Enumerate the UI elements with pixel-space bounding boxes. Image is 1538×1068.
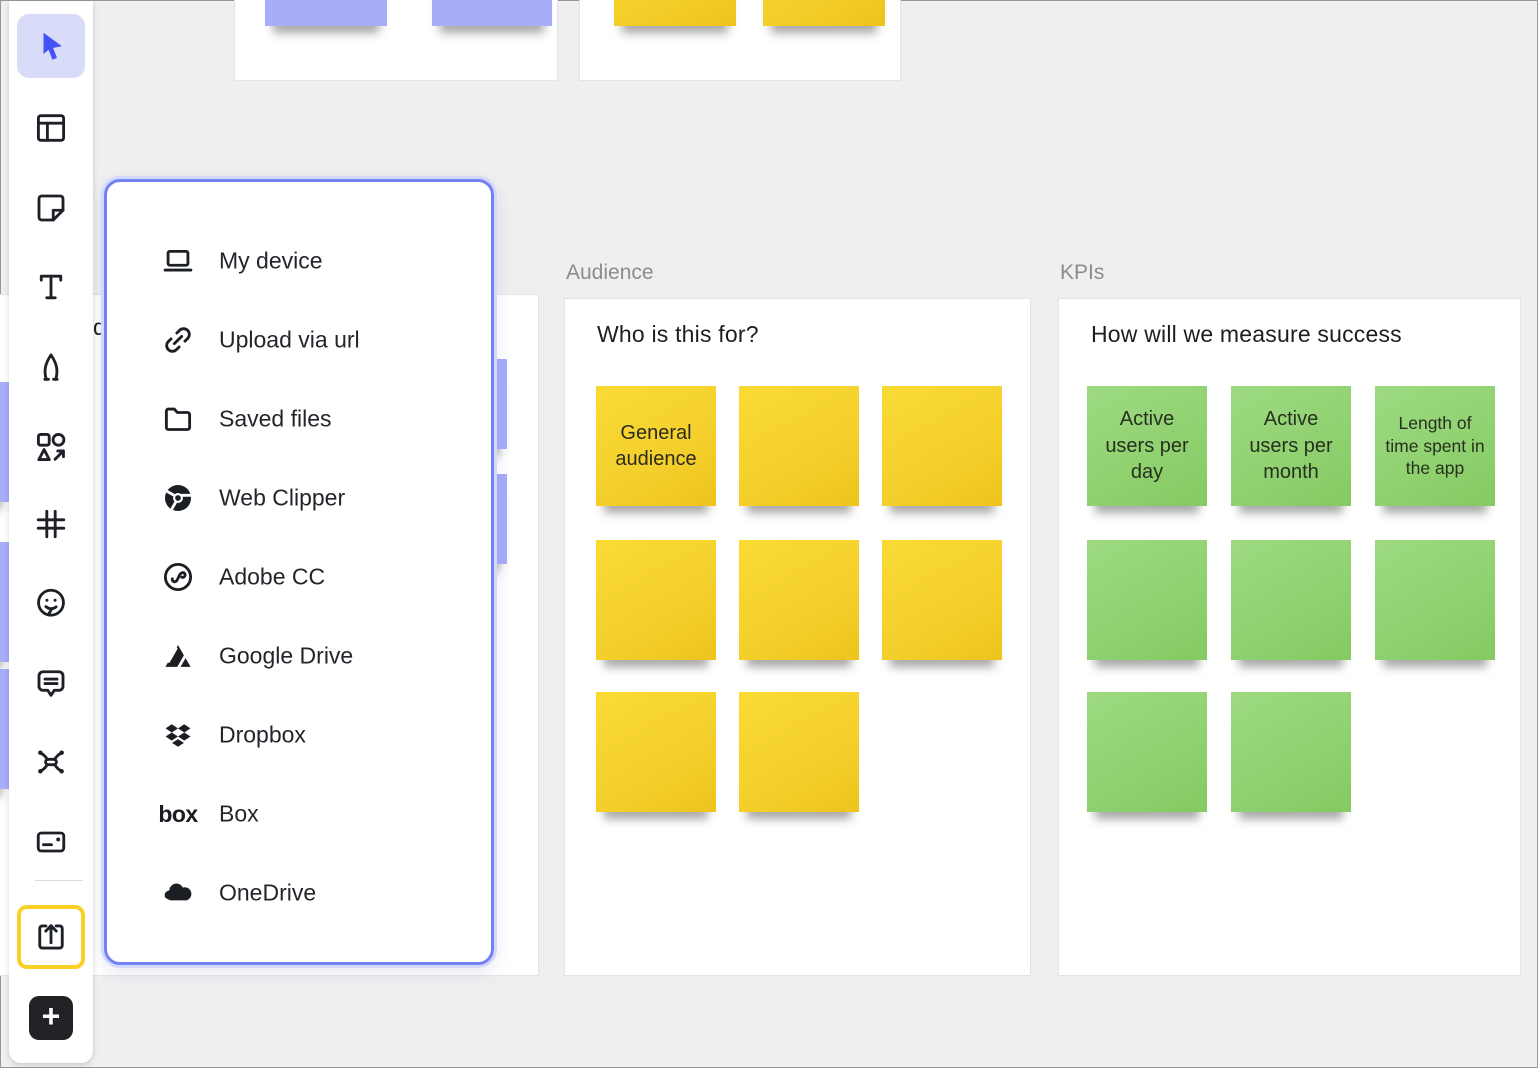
shapes-tool-button[interactable] xyxy=(17,415,85,479)
templates-icon xyxy=(33,110,69,146)
menu-item-google-drive[interactable]: Google Drive xyxy=(107,627,491,685)
frame-label-audience[interactable]: Audience xyxy=(566,261,654,285)
shapes-icon xyxy=(33,429,69,465)
sticky-note[interactable] xyxy=(739,692,859,812)
folder-icon xyxy=(159,400,197,438)
frame-top-right[interactable] xyxy=(579,0,901,81)
menu-item-onedrive[interactable]: OneDrive xyxy=(107,864,491,922)
sticky-note[interactable] xyxy=(265,0,387,26)
sticky-note[interactable] xyxy=(1087,540,1207,660)
laptop-icon xyxy=(159,242,197,280)
frame-label-kpis[interactable]: KPIs xyxy=(1060,261,1104,285)
sticky-note-time-spent[interactable]: Length of time spent in the app xyxy=(1375,386,1495,506)
menu-item-upload-via-url[interactable]: Upload via url xyxy=(107,311,491,369)
pen-tool-button[interactable] xyxy=(17,335,85,399)
diagram-tool-button[interactable] xyxy=(17,730,85,794)
sticky-note[interactable] xyxy=(882,386,1002,506)
menu-item-web-clipper[interactable]: Web Clipper xyxy=(107,469,491,527)
sticky-note-text: General audience xyxy=(602,420,710,473)
cursor-icon xyxy=(33,28,69,64)
sticky-note[interactable] xyxy=(882,540,1002,660)
sticky-note-text: Length of time spent in the app xyxy=(1381,412,1489,480)
sticky-note[interactable] xyxy=(1231,692,1351,812)
frame-top-left[interactable] xyxy=(234,0,558,81)
frame-icon xyxy=(33,506,69,542)
sticky-note[interactable] xyxy=(1087,692,1207,812)
select-tool-button[interactable] xyxy=(17,14,85,78)
frame-audience[interactable]: Audience Who is this for? General audien… xyxy=(564,298,1031,976)
text-icon xyxy=(33,269,69,305)
sticky-note[interactable] xyxy=(596,692,716,812)
sticky-note[interactable] xyxy=(739,386,859,506)
menu-item-saved-files[interactable]: Saved files xyxy=(107,390,491,448)
text-tool-button[interactable] xyxy=(17,255,85,319)
sticky-note-text: Active users per month xyxy=(1237,406,1345,485)
sticky-note[interactable] xyxy=(596,540,716,660)
sticky-note[interactable] xyxy=(1231,540,1351,660)
box-icon: box xyxy=(159,795,197,833)
frame-kpis[interactable]: KPIs How will we measure success Active … xyxy=(1058,298,1521,976)
google-drive-icon xyxy=(159,637,197,675)
onedrive-icon xyxy=(159,874,197,912)
sticker-smiley-icon xyxy=(33,585,69,621)
comment-tool-button[interactable] xyxy=(17,651,85,715)
sticky-note[interactable] xyxy=(763,0,885,26)
sticky-note-icon xyxy=(33,190,69,226)
sticker-tool-button[interactable] xyxy=(17,571,85,635)
frame-heading-kpis[interactable]: How will we measure success xyxy=(1091,321,1402,348)
sticky-note-general-audience[interactable]: General audience xyxy=(596,386,716,506)
sticky-note[interactable] xyxy=(1375,540,1495,660)
sticky-note-active-users-day[interactable]: Active users per day xyxy=(1087,386,1207,506)
dropbox-icon xyxy=(159,716,197,754)
sticky-note[interactable] xyxy=(614,0,736,26)
sticky-note[interactable] xyxy=(432,0,552,26)
adobe-cc-icon xyxy=(159,558,197,596)
sticky-note-text: Active users per day xyxy=(1093,406,1201,485)
frame-tool-button[interactable] xyxy=(17,492,85,556)
comment-icon xyxy=(33,665,69,701)
link-icon xyxy=(159,321,197,359)
sticky-note[interactable] xyxy=(739,540,859,660)
templates-tool-button[interactable] xyxy=(17,96,85,160)
sticky-note-tool-button[interactable] xyxy=(17,176,85,240)
menu-item-box[interactable]: box Box xyxy=(107,785,491,843)
upload-icon xyxy=(33,919,69,955)
sticky-note-active-users-month[interactable]: Active users per month xyxy=(1231,386,1351,506)
pen-icon xyxy=(33,349,69,385)
whiteboard-app: { "colors": { "canvas_background": "#efe… xyxy=(0,0,1538,1068)
toolbar: + xyxy=(9,1,93,1063)
menu-item-adobe-cc[interactable]: Adobe CC xyxy=(107,548,491,606)
upload-tool-button[interactable] xyxy=(17,905,85,969)
menu-item-my-device[interactable]: My device xyxy=(107,232,491,290)
card-icon xyxy=(33,824,69,860)
chrome-icon xyxy=(159,479,197,517)
toolbar-divider xyxy=(35,880,83,881)
menu-item-dropbox[interactable]: Dropbox xyxy=(107,706,491,764)
card-tool-button[interactable] xyxy=(17,810,85,874)
frame-heading-audience[interactable]: Who is this for? xyxy=(597,321,759,348)
diagram-connector-icon xyxy=(33,744,69,780)
upload-menu-popup: My device Upload via url Saved files xyxy=(104,179,494,965)
add-button[interactable]: + xyxy=(29,996,73,1040)
plus-icon: + xyxy=(42,1000,61,1032)
